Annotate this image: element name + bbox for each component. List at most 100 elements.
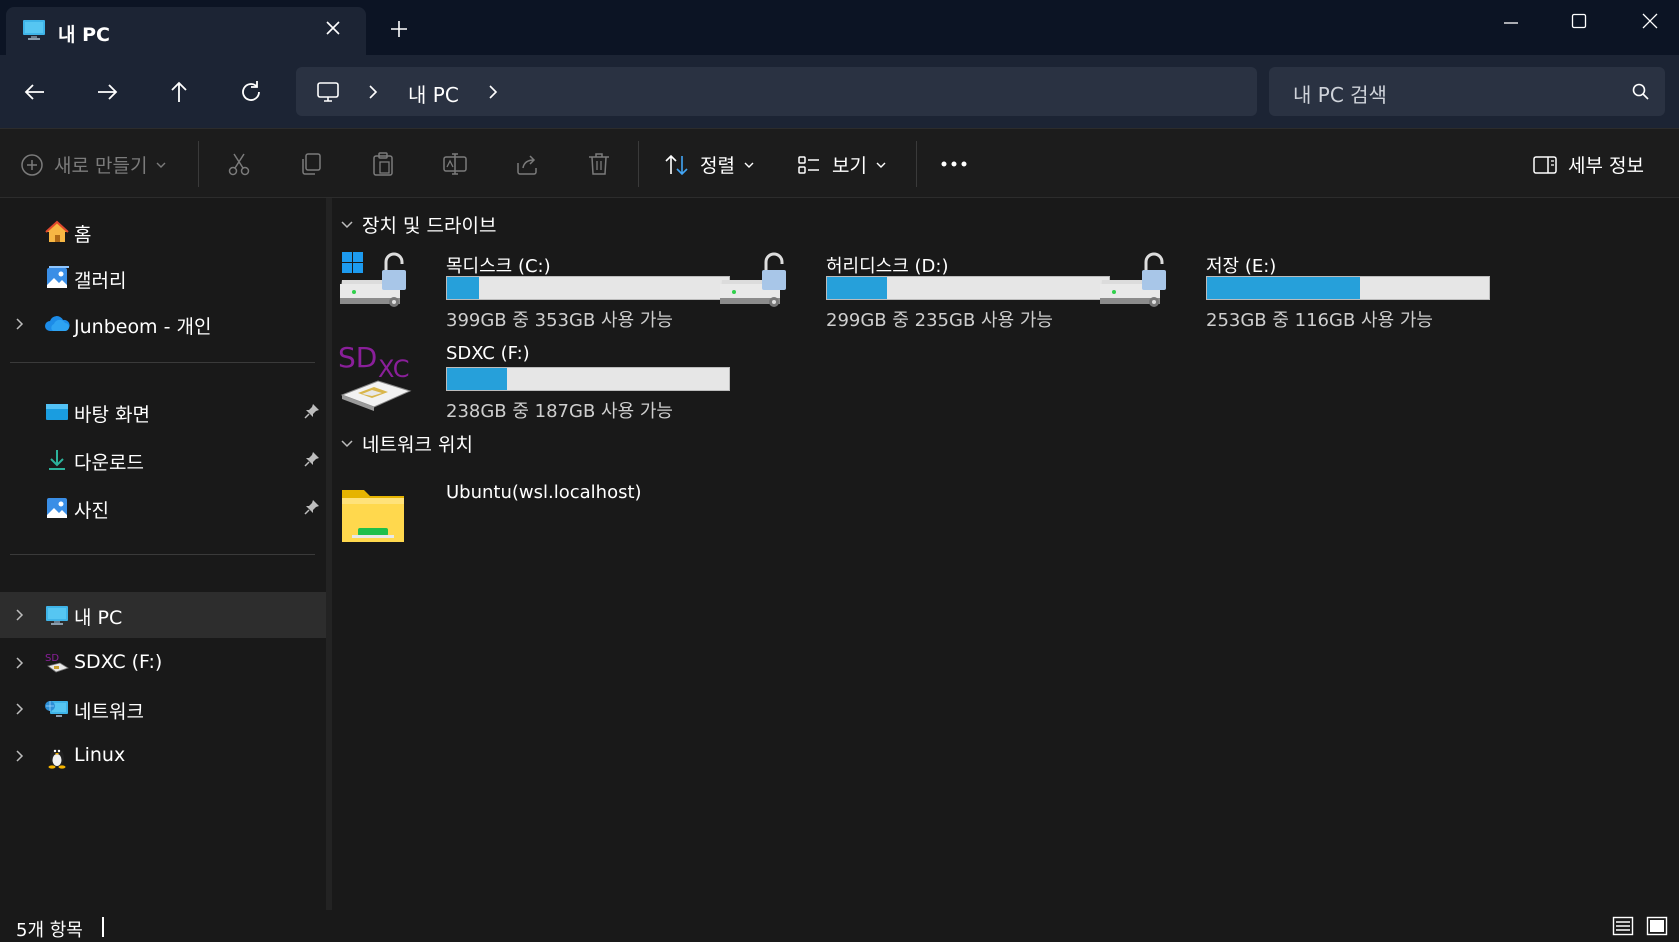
gallery-icon <box>44 265 70 291</box>
network-location-item[interactable]: Ubuntu(wsl.localhost) <box>338 482 708 568</box>
chevron-right-icon[interactable] <box>14 608 26 622</box>
clipboard-icon <box>373 152 393 176</box>
share-icon <box>517 155 537 175</box>
details-pane-button[interactable]: 세부 정보 <box>1532 151 1644 178</box>
sidebar-item-linux[interactable]: Linux <box>0 733 326 779</box>
address-bar[interactable]: 내 PC <box>296 67 1257 116</box>
navigation-bar: 내 PC 내 PC 검색 <box>0 55 1679 128</box>
share-button[interactable] <box>514 151 540 177</box>
svg-text:SD: SD <box>45 653 59 664</box>
toolbar-divider <box>916 141 917 187</box>
group-header-label: 장치 및 드라이브 <box>362 215 497 237</box>
view-button[interactable]: 보기 <box>796 151 887 178</box>
chevron-right-icon[interactable] <box>14 749 26 763</box>
new-tab-button[interactable] <box>390 20 408 38</box>
forward-button[interactable] <box>92 77 122 107</box>
svg-text:SD: SD <box>338 341 377 374</box>
breadcrumb-this-pc[interactable]: 내 PC <box>408 79 459 108</box>
new-button-label: 새로 만들기 <box>54 155 148 177</box>
rename-icon <box>443 153 467 175</box>
sidebar-item-home[interactable]: 홈 <box>0 209 326 255</box>
drive-item[interactable]: 허리디스크 (D:) 299GB 중 235GB 사용 가능 <box>718 250 1110 336</box>
new-button[interactable]: 새로 만들기 <box>20 151 167 178</box>
sidebar-divider <box>10 554 315 555</box>
sidebar-item-pictures[interactable]: 사진 <box>0 485 326 531</box>
paste-button[interactable] <box>370 151 396 177</box>
sidebar-item-label: 네트워크 <box>74 701 144 723</box>
chevron-down-icon <box>341 220 353 228</box>
chevron-right-icon[interactable] <box>14 656 26 670</box>
group-header-devices-drives[interactable]: 장치 및 드라이브 <box>340 211 496 238</box>
command-bar: 새로 만들기 정렬 보기 세부 정보 <box>0 128 1679 198</box>
sidebar-item-label: 홈 <box>74 224 92 246</box>
drive-free-space: 238GB 중 187GB 사용 가능 <box>446 401 673 422</box>
maximize-button[interactable] <box>1556 6 1602 38</box>
pin-icon[interactable] <box>304 451 320 467</box>
search-box[interactable]: 내 PC 검색 <box>1269 67 1665 116</box>
refresh-button[interactable] <box>236 77 266 107</box>
sidebar-item-gallery[interactable]: 갤러리 <box>0 255 326 301</box>
chevron-down-icon <box>341 439 353 447</box>
sdxc-card-icon: SD XC <box>338 341 412 411</box>
sort-button[interactable]: 정렬 <box>664 151 755 178</box>
locked-drive-icon <box>1098 250 1172 320</box>
copy-button[interactable] <box>298 151 324 177</box>
network-icon <box>44 696 70 722</box>
linux-penguin-icon <box>44 743 70 769</box>
minimize-button[interactable] <box>1488 6 1534 38</box>
chevron-down-icon <box>156 162 166 168</box>
more-options-button[interactable] <box>940 159 968 169</box>
details-view-button[interactable] <box>1612 915 1634 937</box>
sidebar-item-label: 사진 <box>74 500 109 522</box>
search-input[interactable]: 내 PC 검색 <box>1293 79 1387 108</box>
drive-item[interactable]: SD XC SDXC (F:) 238GB 중 187GB 사용 가능 <box>338 341 730 427</box>
drive-free-space: 253GB 중 116GB 사용 가능 <box>1206 310 1433 331</box>
search-icon[interactable] <box>1631 82 1651 102</box>
sidebar-item-this-pc[interactable]: 내 PC <box>0 592 326 638</box>
copy-icon <box>302 153 321 175</box>
details-view-icon <box>1612 916 1634 936</box>
group-header-network-locations[interactable]: 네트워크 위치 <box>340 430 473 457</box>
tab-title: 내 PC <box>58 24 110 46</box>
cut-button[interactable] <box>226 151 252 177</box>
desktop-folder-icon <box>44 399 70 425</box>
sidebar-item-label: SDXC (F:) <box>74 651 163 673</box>
item-count: 5개 항목 <box>16 920 83 941</box>
chevron-down-icon <box>876 162 886 168</box>
drive-usage-bar <box>446 367 730 391</box>
breadcrumb-chevron-icon[interactable] <box>366 84 380 100</box>
drive-item[interactable]: 저장 (E:) 253GB 중 116GB 사용 가능 <box>1098 250 1490 336</box>
close-window-button[interactable] <box>1627 6 1673 38</box>
close-tab-icon[interactable] <box>324 19 342 37</box>
large-icons-view-button[interactable] <box>1646 915 1668 937</box>
refresh-icon <box>242 81 260 101</box>
chevron-right-icon[interactable] <box>14 702 26 716</box>
network-folder-icon <box>338 482 412 552</box>
this-pc-icon <box>22 19 46 41</box>
toolbar-divider <box>198 141 199 187</box>
drive-item[interactable]: 목디스크 (C:) 399GB 중 353GB 사용 가능 <box>338 250 730 336</box>
chevron-down-icon <box>744 162 754 168</box>
sidebar-item-label: Junbeom - 개인 <box>74 316 212 338</box>
rename-button[interactable] <box>442 151 468 177</box>
drive-usage-bar <box>446 276 730 300</box>
pin-icon[interactable] <box>304 403 320 419</box>
delete-button[interactable] <box>586 151 612 177</box>
pictures-icon <box>44 495 70 521</box>
sidebar-item-sdxc[interactable]: SD SDXC (F:) <box>0 640 326 686</box>
sidebar-item-network[interactable]: 네트워크 <box>0 686 326 732</box>
chevron-right-icon[interactable] <box>14 317 26 331</box>
sort-label: 정렬 <box>700 155 735 177</box>
details-label: 세부 정보 <box>1568 155 1644 177</box>
scissors-icon <box>228 153 250 176</box>
view-label: 보기 <box>832 155 867 177</box>
tab-this-pc[interactable]: 내 PC <box>6 7 366 55</box>
sidebar-item-onedrive[interactable]: Junbeom - 개인 <box>0 301 326 347</box>
pin-icon[interactable] <box>304 499 320 515</box>
sidebar-item-downloads[interactable]: 다운로드 <box>0 437 326 483</box>
this-pc-icon <box>44 602 70 628</box>
up-button[interactable] <box>164 77 194 107</box>
sidebar-item-desktop[interactable]: 바탕 화면 <box>0 389 326 435</box>
back-button[interactable] <box>20 77 50 107</box>
breadcrumb-chevron-icon[interactable] <box>486 84 500 100</box>
